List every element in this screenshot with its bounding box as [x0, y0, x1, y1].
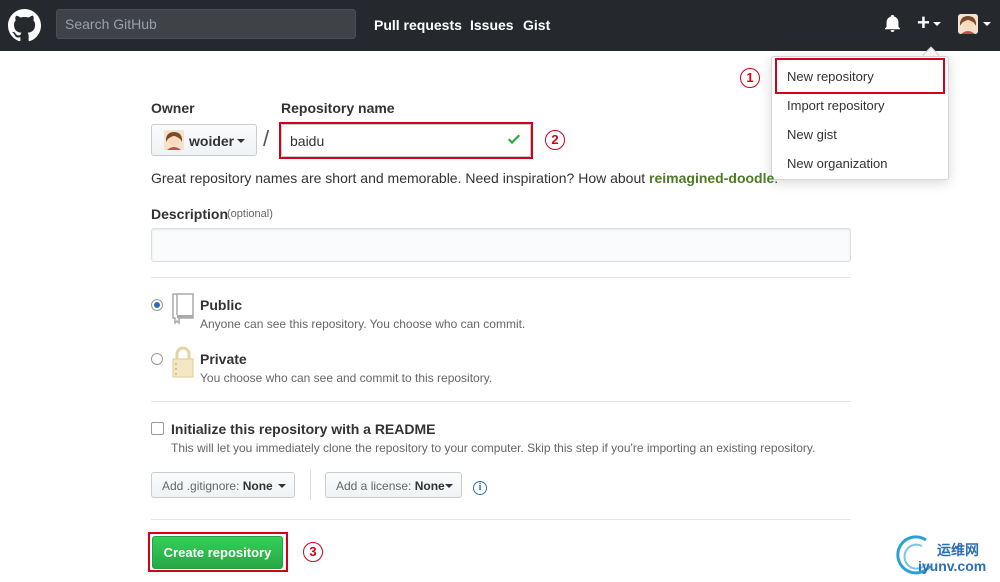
annotation-marker-3: 3: [303, 542, 323, 562]
repo-name-label: Repository name: [281, 100, 395, 116]
info-icon[interactable]: i: [473, 481, 487, 495]
nav-gist[interactable]: Gist: [523, 17, 550, 33]
suggested-name-link[interactable]: reimagined-doodle: [649, 170, 774, 186]
menu-item-new-organization[interactable]: New organization: [787, 156, 887, 171]
public-description: Anyone can see this repository. You choo…: [200, 317, 526, 331]
owner-repo-separator: /: [263, 126, 270, 151]
gitignore-select-button[interactable]: Add .gitignore: None: [151, 472, 295, 498]
license-select-button[interactable]: Add a license: None: [325, 472, 462, 498]
private-description: You choose who can see and commit to thi…: [200, 371, 493, 385]
repo-name-hint: Great repository names are short and mem…: [151, 170, 779, 186]
private-radio[interactable]: [151, 353, 163, 365]
annotation-marker-1: 1: [740, 68, 760, 88]
github-logo-icon[interactable]: [8, 9, 41, 42]
owner-label: Owner: [151, 100, 195, 116]
readme-description: This will let you immediately clone the …: [171, 441, 816, 455]
bell-icon[interactable]: [884, 15, 901, 32]
license-caret-icon: [445, 484, 453, 488]
create-repository-button[interactable]: Create repository: [152, 536, 283, 569]
nav-pull-requests[interactable]: Pull requests: [374, 17, 462, 33]
watermark-text-domain: iyunv.com: [918, 558, 987, 574]
top-header: Pull requests Issues Gist +: [0, 0, 1000, 51]
readme-title[interactable]: Initialize this repository with a README: [171, 421, 435, 437]
checkmark-icon: [508, 134, 520, 144]
owner-name: woider: [189, 133, 235, 149]
annotation-marker-2: 2: [545, 130, 565, 150]
gitignore-caret-icon: [278, 484, 286, 488]
select-divider: [310, 470, 311, 500]
description-label: Description: [151, 206, 229, 222]
plus-icon[interactable]: +: [917, 11, 930, 35]
divider-2: [151, 401, 851, 402]
menu-item-new-gist[interactable]: New gist: [787, 127, 837, 142]
repo-book-icon: [172, 293, 194, 325]
public-title: Public: [200, 297, 243, 313]
annotation-box-new-repository: [775, 58, 945, 94]
owner-caret-icon: [237, 139, 245, 143]
owner-select-button[interactable]: woider: [151, 124, 257, 156]
avatar-caret-icon[interactable]: [983, 22, 991, 26]
menu-item-import-repository[interactable]: Import repository: [787, 98, 885, 113]
description-input[interactable]: [151, 228, 851, 262]
public-radio[interactable]: [151, 299, 163, 311]
watermark-text-cn: 运维网: [937, 542, 979, 558]
repo-name-input[interactable]: [281, 124, 531, 157]
search-input[interactable]: [56, 9, 356, 39]
owner-avatar: [164, 130, 184, 150]
plus-caret-icon[interactable]: [933, 22, 941, 26]
nav-issues[interactable]: Issues: [470, 17, 514, 33]
description-optional: (optional): [227, 208, 273, 220]
readme-checkbox[interactable]: [151, 422, 164, 435]
user-avatar[interactable]: [958, 14, 978, 34]
lock-icon: [172, 346, 194, 378]
divider-3: [151, 519, 851, 520]
divider-1: [151, 277, 851, 278]
private-title: Private: [200, 351, 247, 367]
